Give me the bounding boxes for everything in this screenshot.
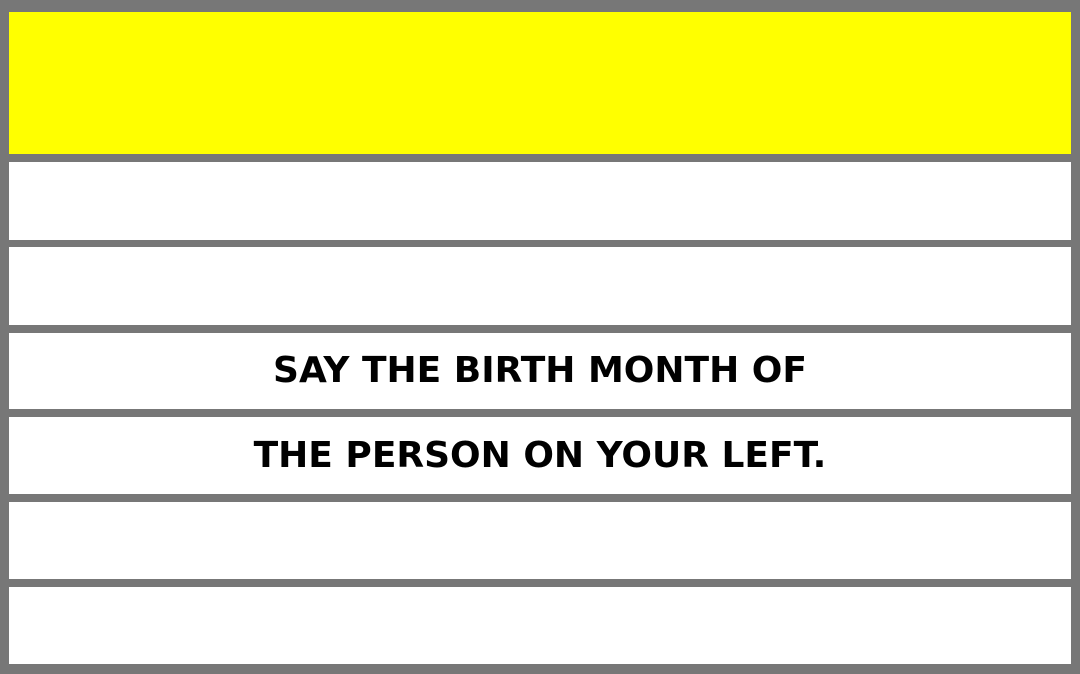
card-line-3: SAY THE BIRTH MONTH OF xyxy=(9,333,1071,409)
card-line-5 xyxy=(9,502,1071,579)
card-header-band xyxy=(9,12,1071,154)
card-line-6 xyxy=(9,587,1071,664)
card-line-2 xyxy=(9,247,1071,325)
game-card: SAY THE BIRTH MONTH OF THE PERSON ON YOU… xyxy=(0,0,1080,674)
card-line-3-text: SAY THE BIRTH MONTH OF xyxy=(273,350,807,391)
card-line-4-text: THE PERSON ON YOUR LEFT. xyxy=(253,434,827,476)
card-line-1 xyxy=(9,162,1071,240)
card-line-4: THE PERSON ON YOUR LEFT. xyxy=(9,417,1071,494)
